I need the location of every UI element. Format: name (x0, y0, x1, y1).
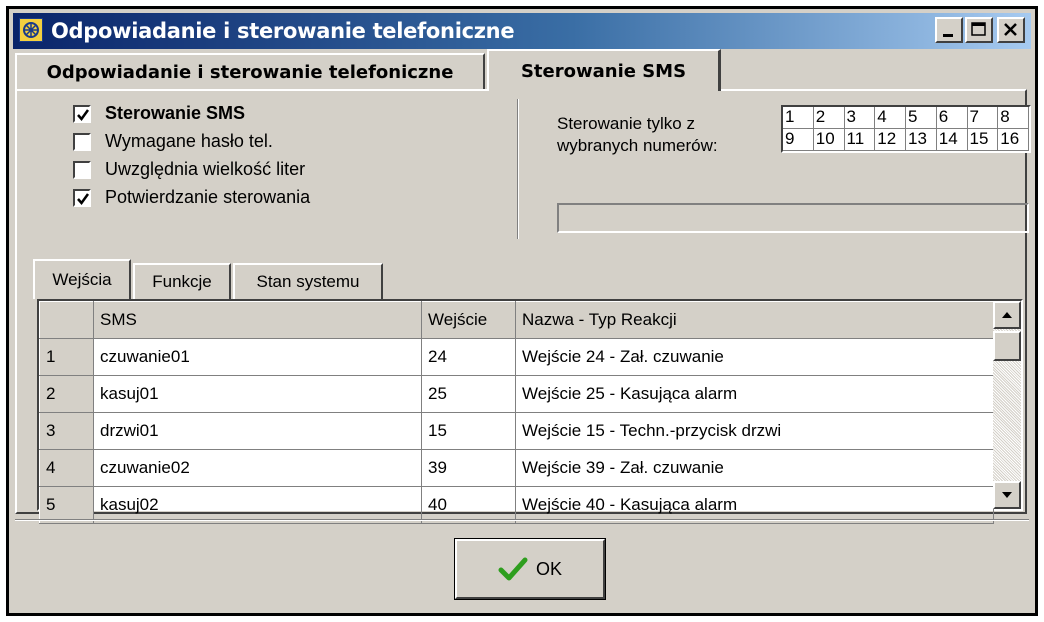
arrow-down-icon (1002, 492, 1012, 498)
header-corner (39, 301, 94, 339)
cell-name-type[interactable]: Wejście 24 - Zał. czuwanie (515, 338, 994, 376)
close-button[interactable] (997, 17, 1025, 43)
table-row[interactable]: 5 kasuj02 40 Wejście 40 - Kasująca alarm (39, 486, 994, 524)
maximize-button[interactable] (965, 17, 993, 43)
cell-input[interactable]: 40 (421, 486, 516, 524)
number-cell[interactable]: 3 (844, 107, 876, 129)
cell-sms[interactable]: drzwi01 (93, 412, 422, 450)
tab-sms-control[interactable]: Sterowanie SMS (487, 49, 721, 91)
checkbox-box[interactable] (73, 132, 91, 151)
table-row[interactable]: 1 czuwanie01 24 Wejście 24 - Zał. czuwan… (39, 338, 994, 376)
sms-grid[interactable]: SMS Wejście Nazwa - Typ Reakcji 1 czuwan… (37, 299, 1023, 524)
scroll-down-button[interactable] (993, 481, 1021, 509)
dialog-window: Odpowiadanie i sterowanie telefoniczne O… (6, 6, 1038, 616)
number-cell[interactable]: 7 (967, 107, 999, 129)
checkbox-sms-control[interactable]: Sterowanie SMS (73, 103, 245, 124)
options-group: Sterowanie SMS Wymagane hasło tel. Uwzgl… (17, 91, 1031, 241)
checkmark-icon (498, 557, 528, 581)
check-icon (77, 108, 90, 121)
cell-input[interactable]: 25 (421, 375, 516, 413)
number-cell[interactable]: 2 (813, 107, 845, 129)
cell-sms[interactable]: czuwanie01 (93, 338, 422, 376)
row-number: 4 (39, 449, 94, 487)
vertical-separator (517, 99, 519, 239)
number-cell[interactable]: 4 (875, 107, 906, 129)
app-icon (19, 18, 43, 42)
number-cell[interactable]: 15 (967, 129, 999, 151)
ok-label: OK (535, 558, 562, 579)
row-number: 1 (39, 338, 94, 376)
header-sms[interactable]: SMS (93, 301, 422, 339)
cell-name-type[interactable]: Wejście 39 - Zał. czuwanie (515, 449, 994, 487)
header-row: SMS Wejście Nazwa - Typ Reakcji (39, 301, 994, 339)
cell-name-type[interactable]: Wejście 25 - Kasująca alarm (515, 375, 994, 413)
row-number: 2 (39, 375, 94, 413)
ok-button[interactable]: OK (454, 538, 606, 600)
number-cell[interactable]: 10 (813, 129, 845, 151)
check-icon (77, 192, 90, 205)
cell-sms[interactable]: kasuj01 (93, 375, 422, 413)
checkbox-label: Potwierdzanie sterowania (105, 187, 311, 207)
table-row[interactable]: 3 drzwi01 15 Wejście 15 - Techn.-przycis… (39, 412, 994, 450)
tab-system-state[interactable]: Stan systemu (233, 263, 383, 299)
cell-input[interactable]: 24 (421, 338, 516, 376)
cell-name-type[interactable]: Wejście 40 - Kasująca alarm (515, 486, 994, 524)
close-icon (1004, 23, 1017, 36)
checkbox-case-sensitive[interactable]: Uwzględnia wielkość liter (73, 159, 305, 180)
scroll-up-button[interactable] (993, 301, 1021, 329)
number-cell[interactable]: 11 (844, 129, 876, 151)
checkbox-box[interactable] (73, 188, 91, 207)
checkbox-label: Uwzględnia wielkość liter (105, 159, 306, 179)
number-cell[interactable]: 13 (906, 129, 937, 151)
minimize-button[interactable] (935, 17, 963, 43)
cell-input[interactable]: 15 (421, 412, 516, 450)
tab-inputs[interactable]: Wejścia (33, 259, 131, 299)
row-number: 5 (39, 486, 94, 524)
table-row[interactable]: 4 czuwanie02 39 Wejście 39 - Zał. czuwan… (39, 449, 994, 487)
dialog-frame: Odpowiadanie i sterowanie telefoniczne O… (9, 9, 1035, 613)
maximize-icon (971, 22, 986, 36)
number-cell[interactable]: 14 (936, 129, 968, 151)
vertical-scrollbar[interactable] (993, 301, 1021, 509)
cell-input[interactable]: 39 (421, 449, 516, 487)
horizontal-separator (15, 519, 1029, 521)
checkbox-label: Sterowanie SMS (105, 103, 246, 123)
checkbox-password-required[interactable]: Wymagane hasło tel. (73, 131, 273, 152)
row-number: 3 (39, 412, 94, 450)
header-input[interactable]: Wejście (421, 301, 516, 339)
checkbox-box[interactable] (73, 160, 91, 179)
cell-name-type[interactable]: Wejście 15 - Techn.-przycisk drzwi (515, 412, 994, 450)
minimize-icon (943, 34, 953, 37)
sms-tab-page: Sterowanie SMS Wymagane hasło tel. Uwzgl… (15, 89, 1031, 524)
number-cell[interactable]: 16 (998, 129, 1029, 151)
number-cell[interactable]: 12 (875, 129, 906, 151)
number-cell[interactable]: 8 (998, 107, 1029, 129)
header-name-type[interactable]: Nazwa - Typ Reakcji (515, 301, 994, 339)
table-row[interactable]: 2 kasuj01 25 Wejście 25 - Kasująca alarm (39, 375, 994, 413)
sms-table: SMS Wejście Nazwa - Typ Reakcji 1 czuwan… (39, 301, 994, 524)
numbers-label: Sterowanie tylko z wybranych numerów: (557, 114, 718, 155)
window-title: Odpowiadanie i sterowanie telefoniczne (51, 19, 515, 43)
checkbox-box[interactable] (73, 104, 91, 123)
cell-sms[interactable]: kasuj02 (93, 486, 422, 524)
checkbox-confirm-control[interactable]: Potwierdzanie sterowania (73, 187, 310, 208)
tab-functions[interactable]: Funkcje (133, 263, 231, 299)
number-cell[interactable]: 1 (783, 107, 814, 129)
arrow-up-icon (1002, 312, 1012, 318)
checkbox-label: Wymagane hasło tel. (105, 131, 273, 151)
cell-sms[interactable]: czuwanie02 (93, 449, 422, 487)
tab-phone-control[interactable]: Odpowiadanie i sterowanie telefoniczne (15, 53, 485, 89)
selected-numbers-field[interactable] (557, 203, 1029, 233)
title-bar[interactable]: Odpowiadanie i sterowanie telefoniczne (13, 13, 1031, 49)
scroll-thumb[interactable] (993, 331, 1021, 361)
phone-numbers-selector[interactable]: 1 2 3 4 5 6 7 8 9 10 11 12 13 14 15 16 (781, 105, 1031, 153)
number-cell[interactable]: 6 (936, 107, 968, 129)
number-cell[interactable]: 9 (783, 129, 814, 151)
number-cell[interactable]: 5 (906, 107, 937, 129)
